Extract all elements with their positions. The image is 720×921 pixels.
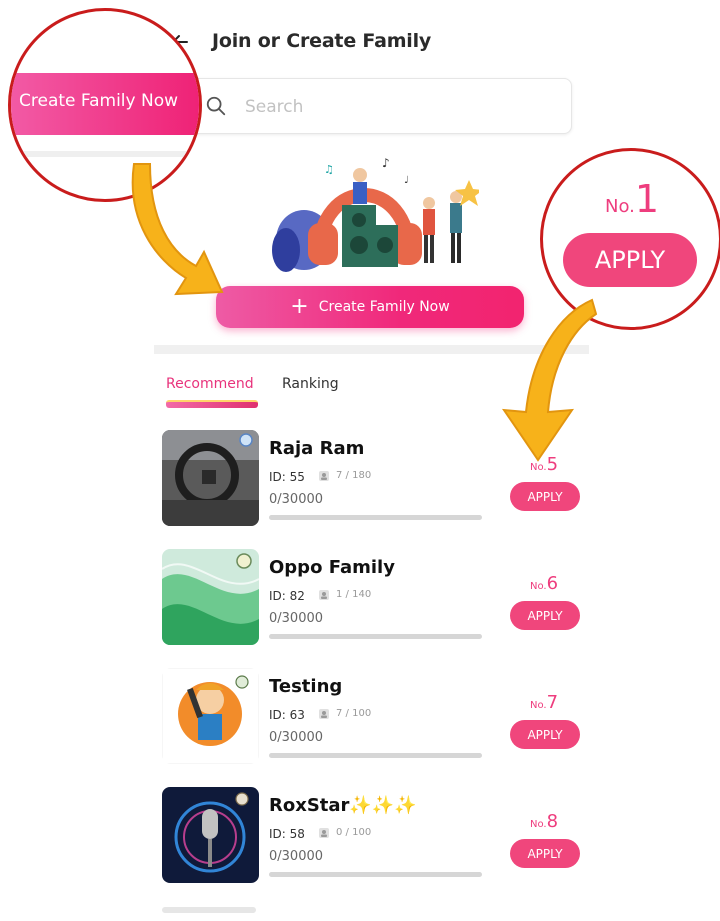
member-count: 0 / 100 [319, 827, 371, 838]
apply-button[interactable]: APPLY [510, 482, 580, 511]
family-avatar [162, 549, 259, 645]
family-list-item[interactable]: Oppo Family ID: 82 1 / 140 0/30000 No. 6… [154, 547, 589, 647]
family-id: ID: 82 [269, 589, 305, 603]
family-avatar [162, 787, 259, 883]
member-icon [319, 708, 329, 719]
family-rank: No. 7 [530, 692, 558, 713]
rank-number: 7 [546, 692, 559, 713]
tab-recommend[interactable]: Recommend [166, 376, 254, 392]
apply-button[interactable]: APPLY [510, 720, 580, 749]
next-item-edge [162, 907, 256, 913]
family-avatar [162, 668, 259, 764]
svg-text:♪: ♪ [382, 156, 390, 170]
rank-number: 6 [546, 573, 559, 594]
search-icon [206, 96, 226, 116]
zoomed-divider [11, 151, 199, 157]
zoomed-apply-button: APPLY [563, 233, 697, 287]
member-icon [319, 589, 329, 600]
member-count-text: 0 / 100 [336, 827, 372, 838]
rank-prefix: No. [530, 581, 547, 592]
family-points: 0/30000 [269, 611, 324, 626]
zoomed-rank-number: 1 [634, 177, 660, 221]
points-progress-bar [269, 515, 482, 520]
rank-number: 8 [546, 811, 559, 832]
music-party-illustration: ♪ ♫ ♩ [272, 156, 479, 272]
member-icon [319, 470, 329, 481]
member-count-text: 7 / 100 [336, 708, 372, 719]
points-progress-bar [269, 872, 482, 877]
family-rank: No. 8 [530, 811, 558, 832]
family-name: Oppo Family [269, 557, 395, 578]
family-name: Testing [269, 676, 343, 697]
tab-ranking[interactable]: Ranking [282, 376, 339, 392]
member-count: 7 / 180 [319, 470, 371, 481]
family-points: 0/30000 [269, 730, 324, 745]
zoomed-rank: No. 1 [605, 177, 659, 221]
family-name: Raja Ram [269, 438, 365, 459]
page-title: Join or Create Family [212, 30, 432, 52]
zoomed-create-label: Create Family Now [19, 91, 179, 111]
family-list-item[interactable]: Testing ID: 63 7 / 100 0/30000 No. 7 APP… [154, 666, 589, 766]
points-progress-bar [269, 753, 482, 758]
rank-prefix: No. [530, 700, 547, 711]
family-id: ID: 63 [269, 708, 305, 722]
member-icon [319, 827, 329, 838]
search-bar[interactable] [172, 78, 572, 134]
apply-button[interactable]: APPLY [510, 601, 580, 630]
arrow-to-apply-button-icon [501, 298, 598, 462]
svg-text:♩: ♩ [404, 175, 409, 186]
member-count-text: 1 / 140 [336, 589, 372, 600]
points-progress-bar [269, 634, 482, 639]
family-points: 0/30000 [269, 492, 324, 507]
search-input[interactable] [243, 91, 557, 123]
active-tab-indicator [166, 400, 258, 408]
rank-prefix: No. [530, 819, 547, 830]
family-avatar [162, 430, 259, 526]
member-count: 1 / 140 [319, 589, 371, 600]
apply-button[interactable]: APPLY [510, 839, 580, 868]
create-family-label: Create Family Now [318, 299, 450, 315]
family-name: RoxStar✨✨✨ [269, 795, 417, 816]
arrow-to-create-button-icon [131, 163, 224, 296]
plus-icon: + [290, 294, 309, 319]
header: Join or Create Family [154, 18, 589, 66]
family-list-item[interactable]: RoxStar✨✨✨ ID: 58 0 / 100 0/30000 No. 8 … [154, 785, 589, 885]
member-count-text: 7 / 180 [336, 470, 372, 481]
family-id: ID: 58 [269, 827, 305, 841]
family-points: 0/30000 [269, 849, 324, 864]
zoomed-rank-prefix: No. [605, 196, 635, 217]
family-id: ID: 55 [269, 470, 305, 484]
svg-text:♫: ♫ [324, 163, 334, 176]
create-family-button[interactable]: + Create Family Now [216, 286, 524, 328]
member-count: 7 / 100 [319, 708, 371, 719]
family-rank: No. 6 [530, 573, 558, 594]
